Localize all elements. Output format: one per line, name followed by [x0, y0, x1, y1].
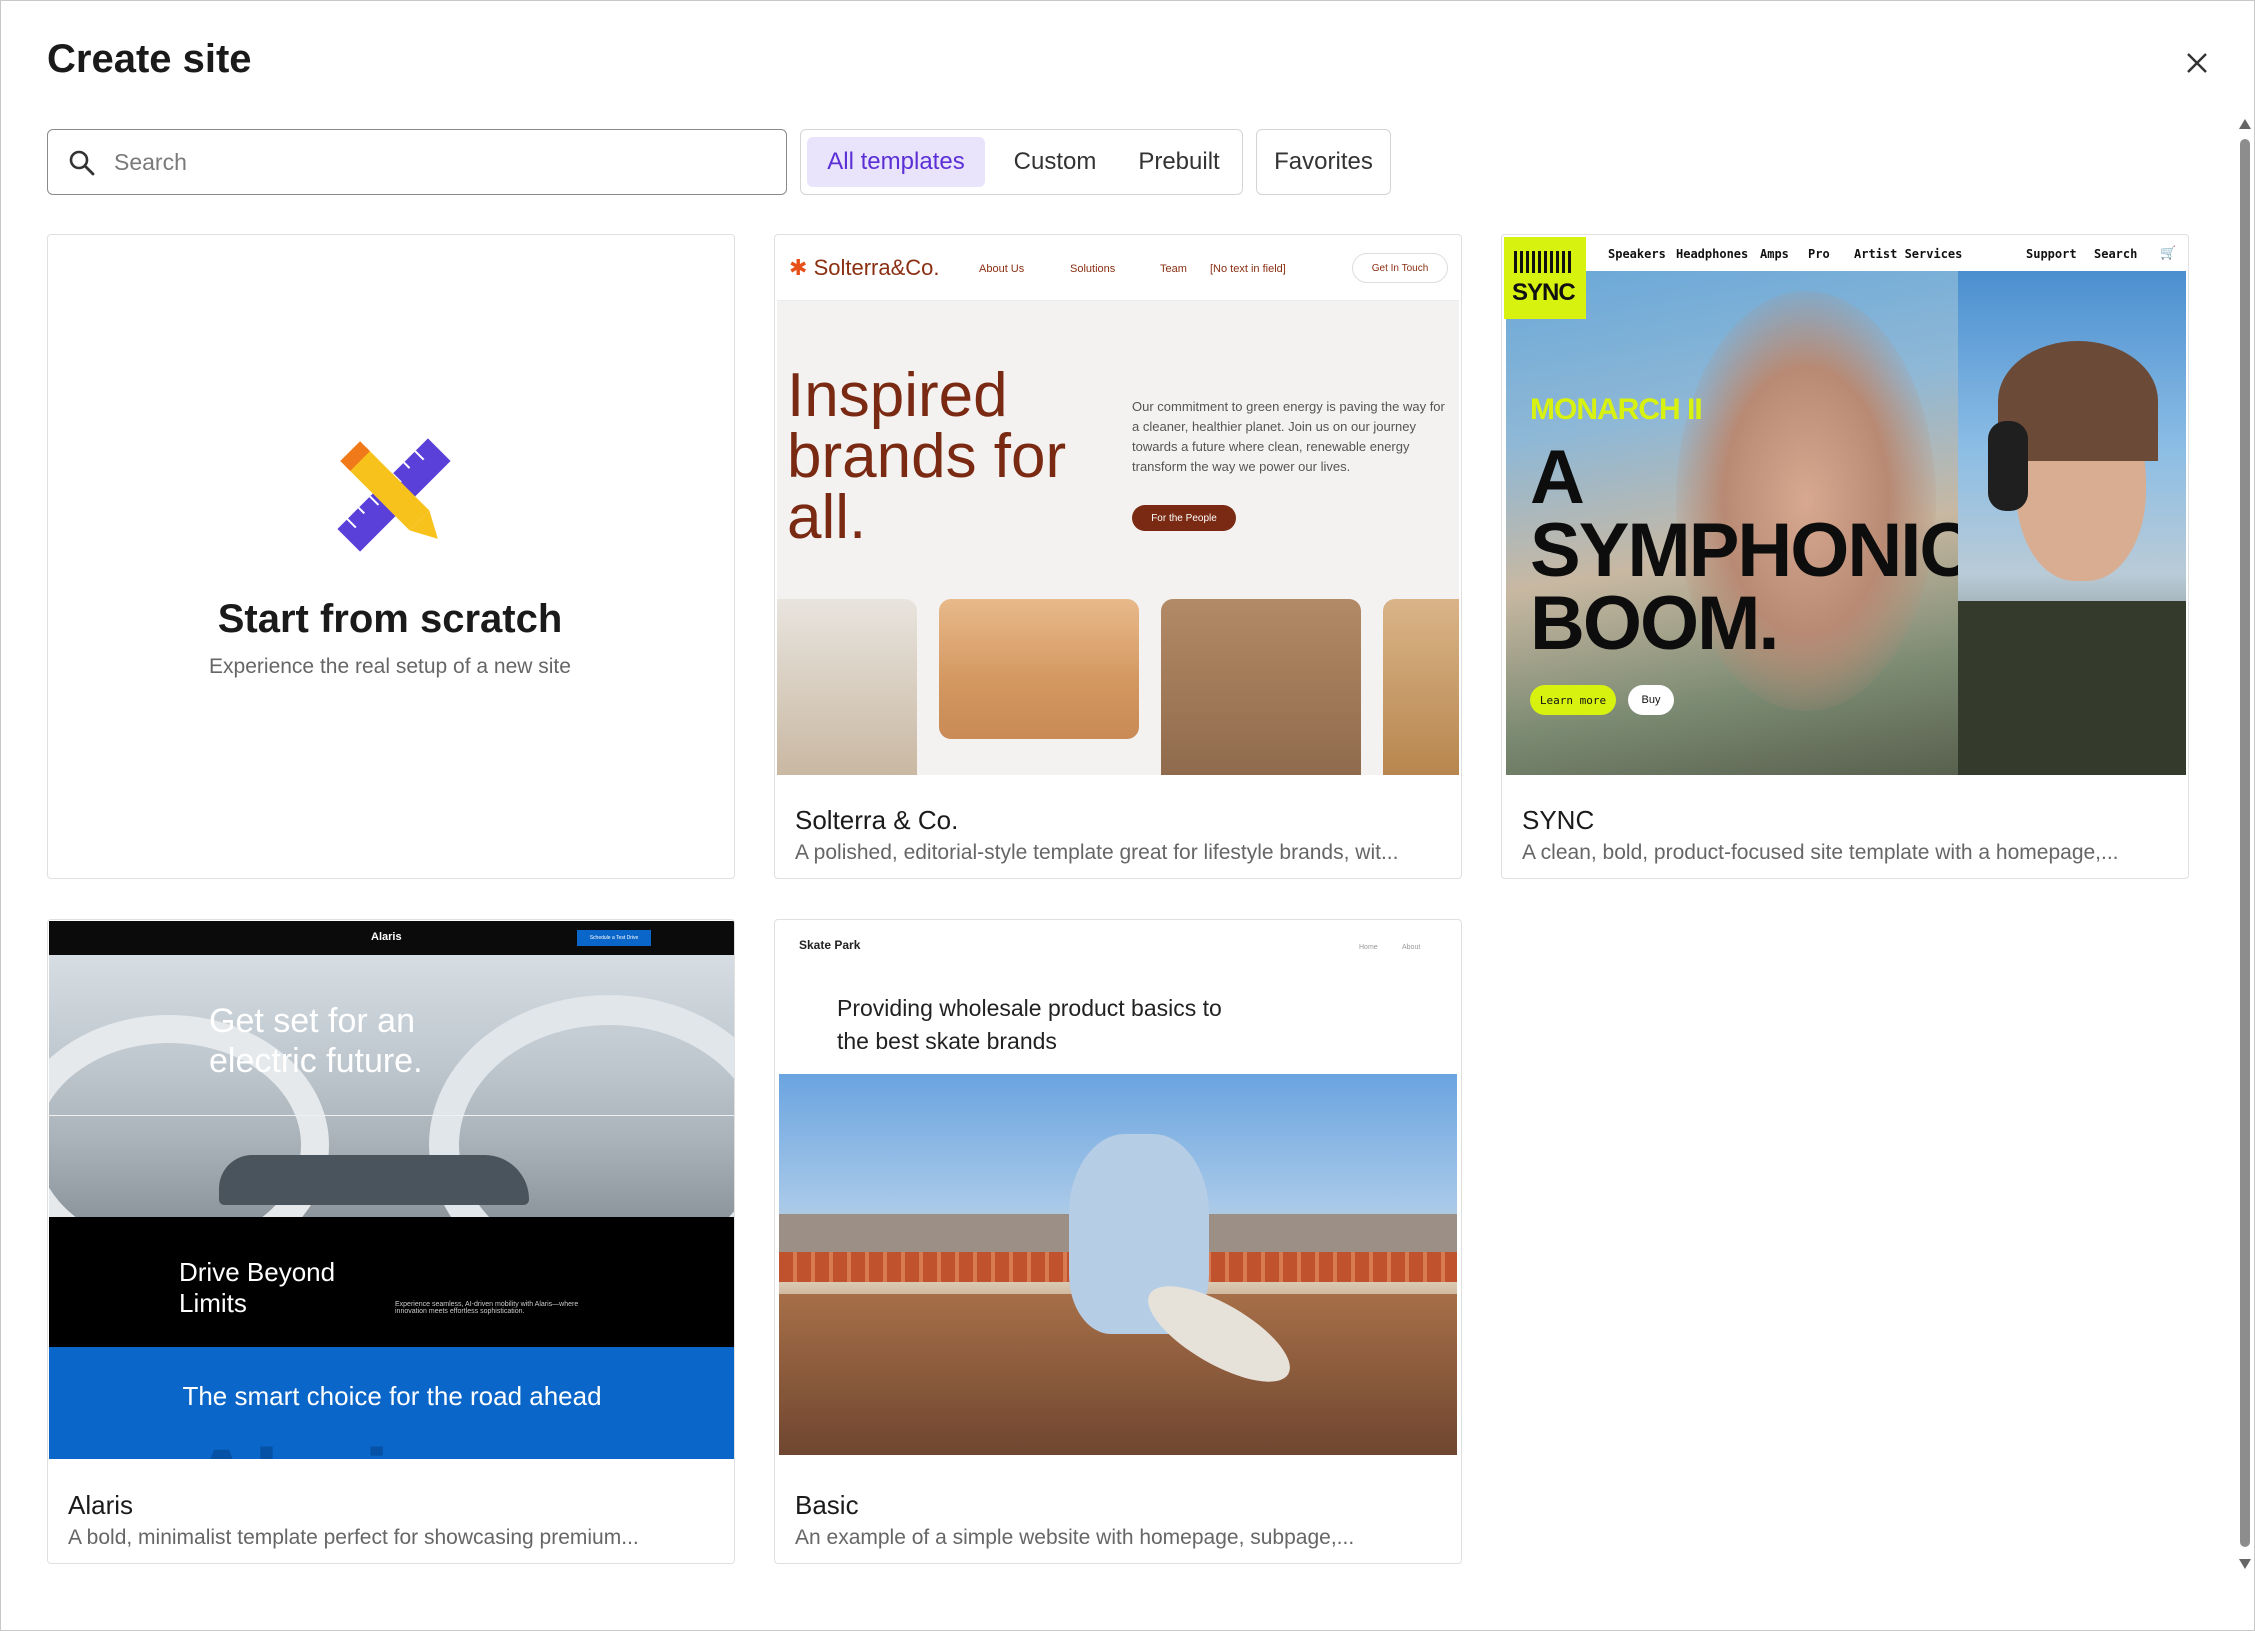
preview-tagline: MONARCH II: [1530, 393, 1703, 426]
scroll-up-arrow-icon[interactable]: [2239, 119, 2251, 129]
preview-nav-link: Speakers: [1608, 247, 1666, 261]
preview-hero: MONARCH II A SYMPHONIC BOOM. Learn more …: [1506, 271, 1958, 775]
preview-nav-link: Artist Services: [1854, 247, 1963, 261]
preview-watermark: Alaris: [189, 1431, 439, 1459]
template-preview-alaris: Alaris Schedule a Test Drive Get set for…: [49, 921, 734, 1459]
preview-cta: Get In Touch: [1352, 253, 1448, 283]
preview-image: [1383, 599, 1459, 775]
template-filter-tabs: All templates Custom Prebuilt: [800, 129, 1243, 195]
tab-all-templates[interactable]: All templates: [807, 137, 985, 187]
search-icon: [69, 150, 95, 176]
dialog-title: Create site: [47, 37, 252, 81]
preview-button-primary: Learn more: [1530, 685, 1616, 715]
template-name: Alaris: [68, 1490, 134, 1520]
preview-nav-cta: Schedule a Test Drive: [577, 930, 651, 946]
preview-paragraph: Our commitment to green energy is paving…: [1132, 399, 1445, 474]
preview-nav-link: Team: [1160, 263, 1187, 275]
preview-headline: A SYMPHONIC BOOM.: [1530, 435, 1958, 666]
preview-button-secondary: Buy: [1628, 685, 1674, 715]
preview-image: [777, 599, 917, 775]
preview-blue-band: Alaris The smart choice for the road ahe…: [49, 1347, 734, 1459]
template-name: SYNC: [1522, 805, 1595, 835]
preview-image: [939, 599, 1139, 739]
template-card-solterra[interactable]: ✱ Solterra&Co. About Us Solutions Team […: [774, 234, 1462, 879]
template-description: An example of a simple website with home…: [795, 1526, 1355, 1549]
template-preview-solterra: ✱ Solterra&Co. About Us Solutions Team […: [777, 237, 1459, 775]
preview-blue-title: The smart choice for the road ahead: [182, 1381, 602, 1411]
preview-hero-title: Get set for an electric future.: [209, 1002, 423, 1080]
preview-nav-link: Support: [2026, 247, 2077, 261]
preview-section-text: Experience seamless, AI-driven mobility …: [395, 1301, 579, 1315]
cart-icon: 🛒: [2160, 245, 2177, 260]
preview-image: [1161, 599, 1361, 775]
close-icon: [2187, 53, 2207, 73]
preview-headline: Inspired brands for all.: [787, 361, 1067, 552]
template-card-alaris[interactable]: Alaris Schedule a Test Drive Get set for…: [47, 919, 735, 1564]
preview-nav-link: Search: [2094, 247, 2138, 261]
preview-nav-link: Amps: [1760, 247, 1789, 261]
preview-headline: Providing wholesale product basics to th…: [837, 995, 1222, 1054]
alaris-logo: Alaris: [371, 931, 402, 943]
preview-nav-link: About Us: [979, 263, 1025, 275]
template-description: A bold, minimalist template perfect for …: [68, 1526, 639, 1549]
start-from-scratch-card[interactable]: Start from scratch Experience the real s…: [47, 234, 735, 879]
close-button[interactable]: [2179, 45, 2215, 81]
preview-nav-link: Pro: [1808, 247, 1830, 261]
preview-hero: Get set for an electric future.: [49, 955, 734, 1217]
sound-wave-icon: [1514, 251, 1574, 273]
preview-button: For the People: [1132, 505, 1236, 531]
preview-nav-link: Home: [1359, 944, 1378, 951]
scrollbar-thumb[interactable]: [2240, 139, 2250, 1547]
sync-logo: SYNC: [1504, 237, 1586, 319]
preview-photo-headphones: [1958, 271, 2186, 775]
scratch-subtitle: Experience the real setup of a new site: [209, 655, 571, 678]
scroll-down-arrow-icon[interactable]: [2239, 1559, 2251, 1569]
preview-brand: Skate Park: [799, 938, 861, 952]
search-input[interactable]: [114, 140, 764, 184]
scratch-title: Start from scratch: [217, 597, 563, 641]
preview-nav-link: [No text in field]: [1210, 263, 1286, 275]
template-description: A polished, editorial-style template gre…: [795, 841, 1399, 864]
preview-photo-skatepark: [779, 1074, 1457, 1455]
favorites-button[interactable]: Favorites: [1256, 129, 1391, 195]
tab-custom[interactable]: Custom: [995, 137, 1115, 187]
template-preview-basic: Skate Park Home About Providing wholesal…: [777, 922, 1459, 1460]
search-box: [47, 129, 787, 195]
ruler-pencil-icon: [337, 438, 451, 552]
solterra-logo: ✱ Solterra&Co.: [789, 255, 940, 280]
scrollbar[interactable]: [2237, 119, 2253, 1569]
preview-section: Drive Beyond Limits Experience seamless,…: [49, 1217, 734, 1347]
template-name: Solterra & Co.: [795, 805, 959, 835]
template-card-sync[interactable]: Speakers Headphones Amps Pro Artist Serv…: [1501, 234, 2189, 879]
template-name: Basic: [795, 1490, 859, 1520]
create-site-dialog: Create site All templates Custom Prebuil…: [0, 0, 2255, 1631]
tab-prebuilt[interactable]: Prebuilt: [1121, 137, 1237, 187]
template-description: A clean, bold, product-focused site temp…: [1522, 841, 2119, 864]
template-preview-sync: Speakers Headphones Amps Pro Artist Serv…: [1504, 237, 2186, 775]
preview-nav-link: Solutions: [1070, 263, 1116, 275]
template-card-basic[interactable]: Skate Park Home About Providing wholesal…: [774, 919, 1462, 1564]
preview-nav-link: Headphones: [1676, 247, 1749, 261]
preview-nav-link: About: [1402, 944, 1421, 951]
preview-section-title: Drive Beyond Limits: [179, 1257, 336, 1318]
